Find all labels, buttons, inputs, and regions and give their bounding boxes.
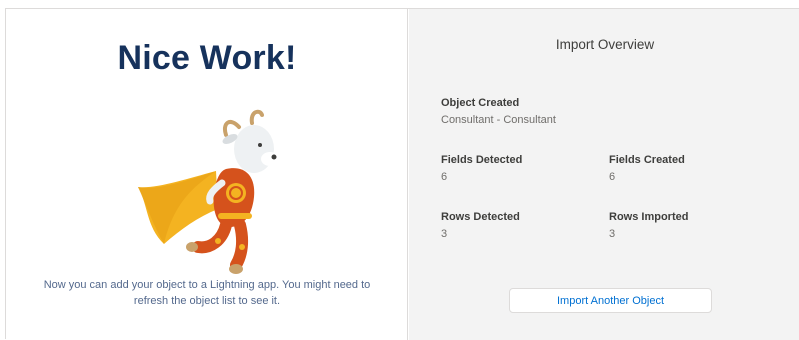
stat-label: Object Created bbox=[441, 97, 520, 109]
stat-value: 6 bbox=[609, 171, 616, 183]
stat-fields-created: Fields Created 6 bbox=[609, 153, 685, 185]
stat-rows-detected: Rows Detected 3 bbox=[441, 210, 520, 242]
stat-rows-imported: Rows Imported 3 bbox=[609, 210, 688, 242]
stat-object-created: Object Created Consultant - Consultant bbox=[441, 96, 556, 128]
import-result-card: Nice Work! Now you can add your object t… bbox=[5, 8, 799, 340]
overview-title: Import Overview bbox=[555, 37, 655, 52]
goat-superhero-mascot-icon bbox=[138, 109, 279, 274]
stat-label: Rows Imported bbox=[609, 211, 689, 223]
import-another-object-button[interactable]: Import Another Object bbox=[509, 288, 712, 313]
stat-value: Consultant - Consultant bbox=[441, 114, 556, 126]
import-overview-panel: Import Overview Object Created Consultan… bbox=[409, 9, 799, 340]
success-headline: Nice Work! bbox=[117, 39, 297, 77]
success-message: Now you can add your object to a Lightni… bbox=[43, 279, 371, 307]
stat-label: Fields Detected bbox=[441, 154, 523, 166]
stat-label: Rows Detected bbox=[441, 211, 520, 223]
stat-fields-detected: Fields Detected 6 bbox=[441, 153, 522, 185]
stat-value: 3 bbox=[441, 228, 448, 240]
success-panel: Nice Work! Now you can add your object t… bbox=[6, 9, 408, 340]
stat-value: 3 bbox=[609, 228, 616, 240]
stat-value: 6 bbox=[441, 171, 448, 183]
stat-label: Fields Created bbox=[609, 154, 685, 166]
